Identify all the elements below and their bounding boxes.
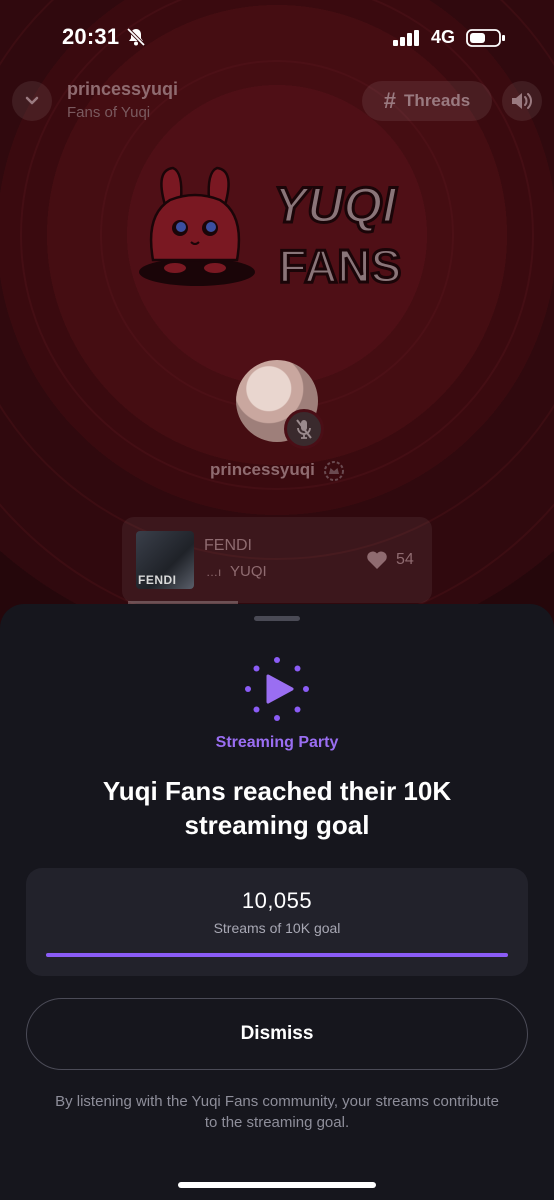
streaming-party-icon	[245, 657, 309, 721]
track-title: FENDI	[204, 537, 252, 554]
room-title: princessyuqi	[67, 79, 179, 99]
battery-icon	[466, 29, 505, 47]
like-count: 54	[396, 551, 414, 568]
threads-button[interactable]: # Threads	[362, 81, 492, 121]
collapse-button[interactable]	[12, 81, 52, 121]
album-art-label: FENDI	[138, 573, 177, 587]
signal-icon	[393, 30, 419, 46]
status-time: 20:31	[62, 24, 120, 49]
speaker-icon	[512, 93, 532, 109]
streaming-party-label: Streaming Party	[215, 734, 339, 751]
now-playing-card[interactable]: FENDI FENDI …ı YUQI 54	[122, 517, 432, 603]
chevron-down-icon	[25, 96, 39, 105]
goal-headline: Yuqi Fans reached their 10K streaming go…	[102, 776, 452, 840]
threads-label: Threads	[404, 91, 471, 110]
logo-line2: FANS	[279, 240, 402, 292]
network-type: 4G	[431, 27, 456, 47]
stream-caption: Streams of 10K goal	[213, 920, 341, 936]
fan-club-logo: YUQI FANS	[139, 166, 403, 294]
stream-count: 10,055	[241, 888, 313, 913]
goal-progress-bar	[46, 953, 508, 957]
host-name: princessyuqi	[210, 460, 315, 479]
logo-line1: YUQI	[274, 177, 397, 233]
footnote-text: By listening with the Yuqi Fans communit…	[55, 1093, 499, 1131]
status-bar: 20:31 4G	[0, 0, 554, 76]
track-artist: YUQI	[230, 563, 267, 580]
mic-muted-badge	[284, 409, 324, 449]
host-crown-icon	[324, 461, 344, 481]
bell-slash-icon	[126, 27, 146, 47]
streaming-goal-sheet: Streaming Party Yuqi Fans reached their …	[0, 604, 554, 1200]
speaker-button[interactable]	[502, 81, 542, 121]
sheet-grabber[interactable]	[254, 616, 300, 621]
goal-progress-fill	[46, 953, 508, 957]
heart-icon[interactable]	[366, 550, 388, 570]
mic-off-icon	[296, 419, 312, 439]
album-art: FENDI	[136, 531, 194, 589]
room-subtitle: Fans of Yuqi	[67, 104, 151, 121]
hash-icon: #	[383, 88, 397, 113]
home-indicator[interactable]	[178, 1182, 376, 1188]
dismiss-button[interactable]: Dismiss	[26, 998, 528, 1070]
equalizer-icon: …ı	[206, 565, 222, 579]
goal-progress-card: 10,055 Streams of 10K goal	[26, 868, 528, 976]
